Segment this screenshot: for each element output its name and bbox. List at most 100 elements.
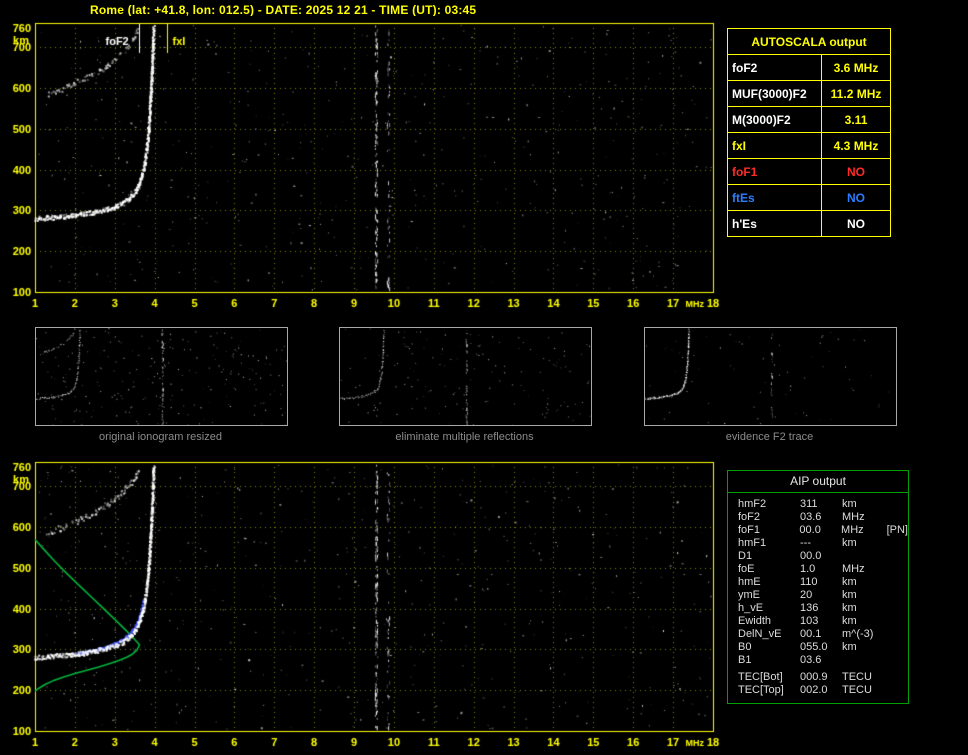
aip-label: ymE <box>738 589 760 601</box>
aip-label: Ewidth <box>738 615 772 627</box>
ionogram-bottom-canvas <box>0 455 725 755</box>
aip-value: 311 <box>800 498 818 510</box>
aip-row: TEC[Bot] 000.9 TECU <box>738 671 908 684</box>
aip-label: foE <box>738 563 755 575</box>
aip-label: foF2 <box>738 511 761 523</box>
autoscala-param-label: fxI <box>726 132 823 159</box>
aip-extra <box>888 684 908 697</box>
aip-row: foE 1.0 MHz <box>738 563 908 576</box>
aip-value: 000.9 <box>800 671 828 683</box>
aip-unit: km <box>842 498 857 510</box>
aip-value: 03.6 <box>800 511 822 523</box>
autoscala-header: AUTOSCALA output <box>727 28 891 55</box>
aip-row: Ewidth 103 km <box>738 615 908 628</box>
aip-unit: km <box>842 602 857 614</box>
ionogram-top-canvas <box>0 16 725 316</box>
aip-unit: TECU <box>842 684 872 696</box>
aip-label: D1 <box>738 550 753 562</box>
autoscala-table: AUTOSCALA output foF2 3.6 MHz MUF(3000)F2 11… <box>726 28 891 237</box>
aip-unit: m^(-3) <box>842 628 874 640</box>
aip-extra <box>888 628 908 641</box>
aip-label: hmE <box>738 576 761 588</box>
aip-rows: hmF2 311 km foF2 03.6 MHz foF1 00.0 MHz [PN] hmF1 -… <box>728 493 908 697</box>
aip-value: 00.0 <box>800 550 822 562</box>
autoscala-param-value: 3.6 MHz <box>821 54 891 81</box>
autoscala-param-label: foF2 <box>726 54 823 81</box>
autoscala-param-label: ftEs <box>726 184 823 211</box>
autoscala-row: h'Es NO <box>726 210 891 237</box>
aip-extra <box>888 589 908 602</box>
aip-row: hmE 110 km <box>738 576 908 589</box>
aip-unit: km <box>842 641 857 653</box>
autoscala-param-label: MUF(3000)F2 <box>726 80 823 107</box>
aip-label: hmF1 <box>738 537 767 549</box>
aip-value: 055.0 <box>800 641 828 653</box>
aip-unit: MHz <box>842 563 865 575</box>
aip-output-panel: AIP output hmF2 311 km foF2 03.6 MHz foF1 00.0 M… <box>727 470 909 704</box>
aip-label: B0 <box>738 641 752 653</box>
autoscala-row: foF1 NO <box>726 158 891 185</box>
aip-extra <box>888 498 908 511</box>
aip-unit: TECU <box>842 671 872 683</box>
aip-row: B1 03.6 <box>738 654 908 667</box>
aip-unit: MHz <box>841 524 864 536</box>
aip-label: B1 <box>738 654 752 666</box>
aip-extra <box>888 537 908 550</box>
autoscala-row: foF2 3.6 MHz <box>726 54 891 81</box>
aip-label: hmF2 <box>738 498 767 510</box>
aip-extra <box>888 654 908 667</box>
aip-extra <box>888 641 908 654</box>
aip-extra <box>888 563 908 576</box>
thumbnail-caption-eliminate: eliminate multiple reflections <box>395 431 534 443</box>
aip-extra <box>888 615 908 628</box>
autoscala-param-value: NO <box>821 158 891 185</box>
aip-row: TEC[Top] 002.0 TECU <box>738 684 908 697</box>
autoscala-window: Rome (lat: +41.8, lon: 012.5) - DATE: 20… <box>0 0 968 755</box>
aip-label: h_vE <box>738 602 764 614</box>
thumbnail-evidence-f2-trace <box>644 327 897 426</box>
aip-extra <box>888 602 908 615</box>
aip-label: TEC[Bot] <box>738 671 783 683</box>
aip-unit <box>842 654 888 667</box>
aip-unit: km <box>842 589 857 601</box>
aip-row: B0 055.0 km <box>738 641 908 654</box>
autoscala-param-value: NO <box>821 210 891 237</box>
aip-label: DelN_vE <box>738 628 782 640</box>
aip-value: 103 <box>800 615 819 627</box>
autoscala-row: ftEs NO <box>726 184 891 211</box>
aip-value: 20 <box>800 589 813 601</box>
autoscala-param-value: NO <box>821 184 891 211</box>
aip-value: 1.0 <box>800 563 816 575</box>
aip-value: 00.0 <box>799 524 821 536</box>
autoscala-param-value: 4.3 MHz <box>821 132 891 159</box>
aip-row: foF2 03.6 MHz <box>738 511 908 524</box>
aip-unit <box>842 550 888 563</box>
aip-value: 00.1 <box>800 628 822 640</box>
aip-row: hmF1 --- km <box>738 537 908 550</box>
autoscala-param-label: M(3000)F2 <box>726 106 823 133</box>
autoscala-param-label: foF1 <box>726 158 823 185</box>
aip-row: foF1 00.0 MHz [PN] <box>738 524 908 537</box>
autoscala-row: fxI 4.3 MHz <box>726 132 891 159</box>
aip-label: foF1 <box>738 524 761 536</box>
aip-row: hmF2 311 km <box>738 498 908 511</box>
aip-unit: km <box>842 537 857 549</box>
aip-extra <box>888 671 908 684</box>
thumbnail-eliminate-reflections <box>339 327 592 426</box>
aip-value: 136 <box>800 602 819 614</box>
aip-row: D1 00.0 <box>738 550 908 563</box>
autoscala-param-value: 3.11 <box>821 106 891 133</box>
aip-extra <box>888 511 908 524</box>
autoscala-param-value: 11.2 MHz <box>821 80 891 107</box>
aip-extra <box>888 576 908 589</box>
aip-value: 03.6 <box>800 654 822 666</box>
aip-title: AIP output <box>728 471 908 493</box>
aip-extra <box>888 550 908 563</box>
autoscala-param-label: h'Es <box>726 210 823 237</box>
thumbnail-caption-evidence: evidence F2 trace <box>725 431 814 443</box>
aip-extra: [PN] <box>886 524 908 536</box>
aip-unit: km <box>842 576 857 588</box>
aip-row: h_vE 136 km <box>738 602 908 615</box>
aip-label: TEC[Top] <box>738 684 784 696</box>
aip-value: 002.0 <box>800 684 828 696</box>
